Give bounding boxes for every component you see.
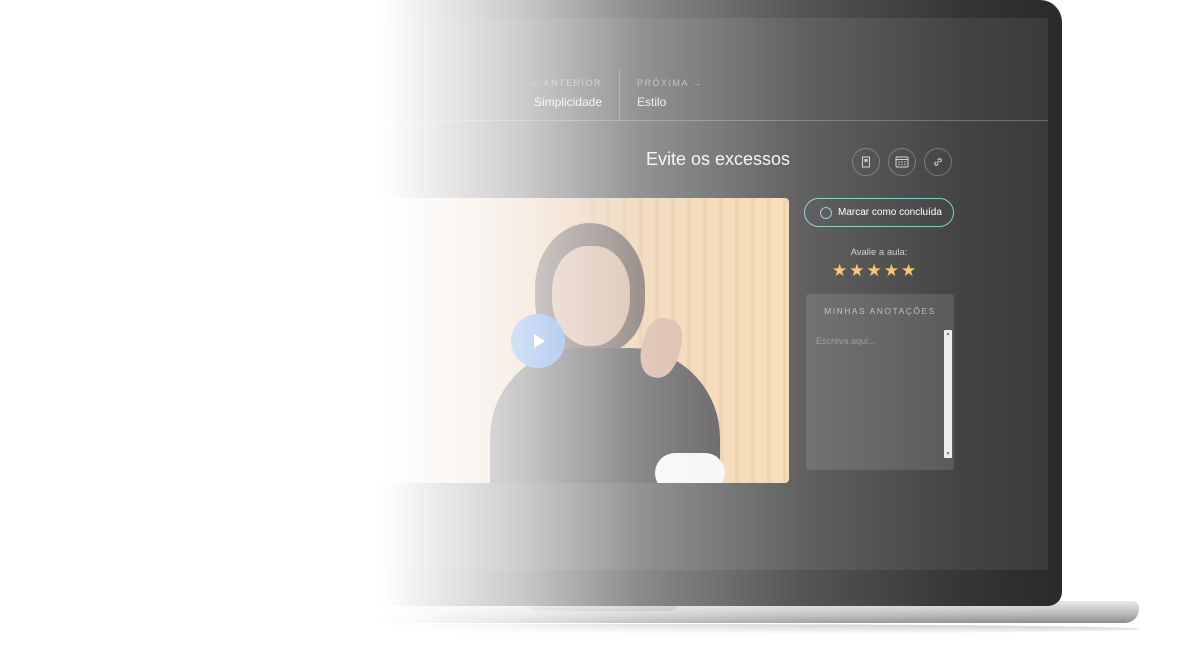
laptop-screen: ← Anterior Simplicidade Próxima → Estilo… [70,18,1048,570]
arrow-left-icon: ← [529,78,540,88]
laptop-shadow [100,624,1140,634]
mark-complete-label: Marcar como concluída [838,207,942,218]
notes-textarea[interactable]: Escreva aqui... [812,330,944,456]
previous-lesson-link[interactable]: ← Anterior Simplicidade [510,78,602,109]
previous-lesson-title: Simplicidade [533,95,602,109]
rating-stars: ★ ★ ★ ★ ★ [832,262,916,279]
notes-panel: MINHAS ANOTAÇÕES Escreva aqui... ▲ ▼ [806,294,954,470]
next-kicker: Próxima [637,78,689,88]
link-icon [934,158,942,166]
mark-complete-button[interactable]: Marcar como concluída [804,198,954,227]
star-icon-5[interactable]: ★ [901,262,916,279]
star-icon-4[interactable]: ★ [884,262,899,279]
video-presenter-face [552,246,630,346]
calendar-icon [895,156,909,168]
video-player[interactable] [380,198,789,483]
lesson-title: Evite os excessos [645,149,790,169]
rating-label: Avalie a aula: [850,247,908,258]
scroll-up-icon[interactable]: ▲ [944,331,952,337]
nav-divider [619,70,620,120]
video-cushion [655,453,725,483]
notes-scrollbar[interactable]: ▲ ▼ [944,330,952,458]
notes-title: MINHAS ANOTAÇÕES [824,306,936,316]
star-icon-2[interactable]: ★ [849,262,864,279]
arrow-right-icon: → [692,78,704,88]
calendar-button[interactable] [888,148,916,176]
previous-kicker: Anterior [543,78,602,88]
star-icon-1[interactable]: ★ [832,262,847,279]
next-lesson-title: Estilo [637,95,667,109]
play-button[interactable] [511,314,565,368]
lesson-navigation: ← Anterior Simplicidade Próxima → Estilo [70,18,1048,121]
scroll-down-icon[interactable]: ▼ [944,451,952,457]
notes-placeholder: Escreva aqui... [816,336,876,346]
play-icon [534,334,545,348]
laptop-mockup: ← Anterior Simplicidade Próxima → Estilo… [0,0,1203,650]
next-lesson-link[interactable]: Próxima → Estilo [637,78,703,109]
copy-link-button[interactable] [924,148,952,176]
bookmark-button[interactable] [852,148,880,176]
checkbox-circle-icon [820,206,832,219]
star-icon-3[interactable]: ★ [867,262,882,279]
bookmark-icon [862,156,870,168]
